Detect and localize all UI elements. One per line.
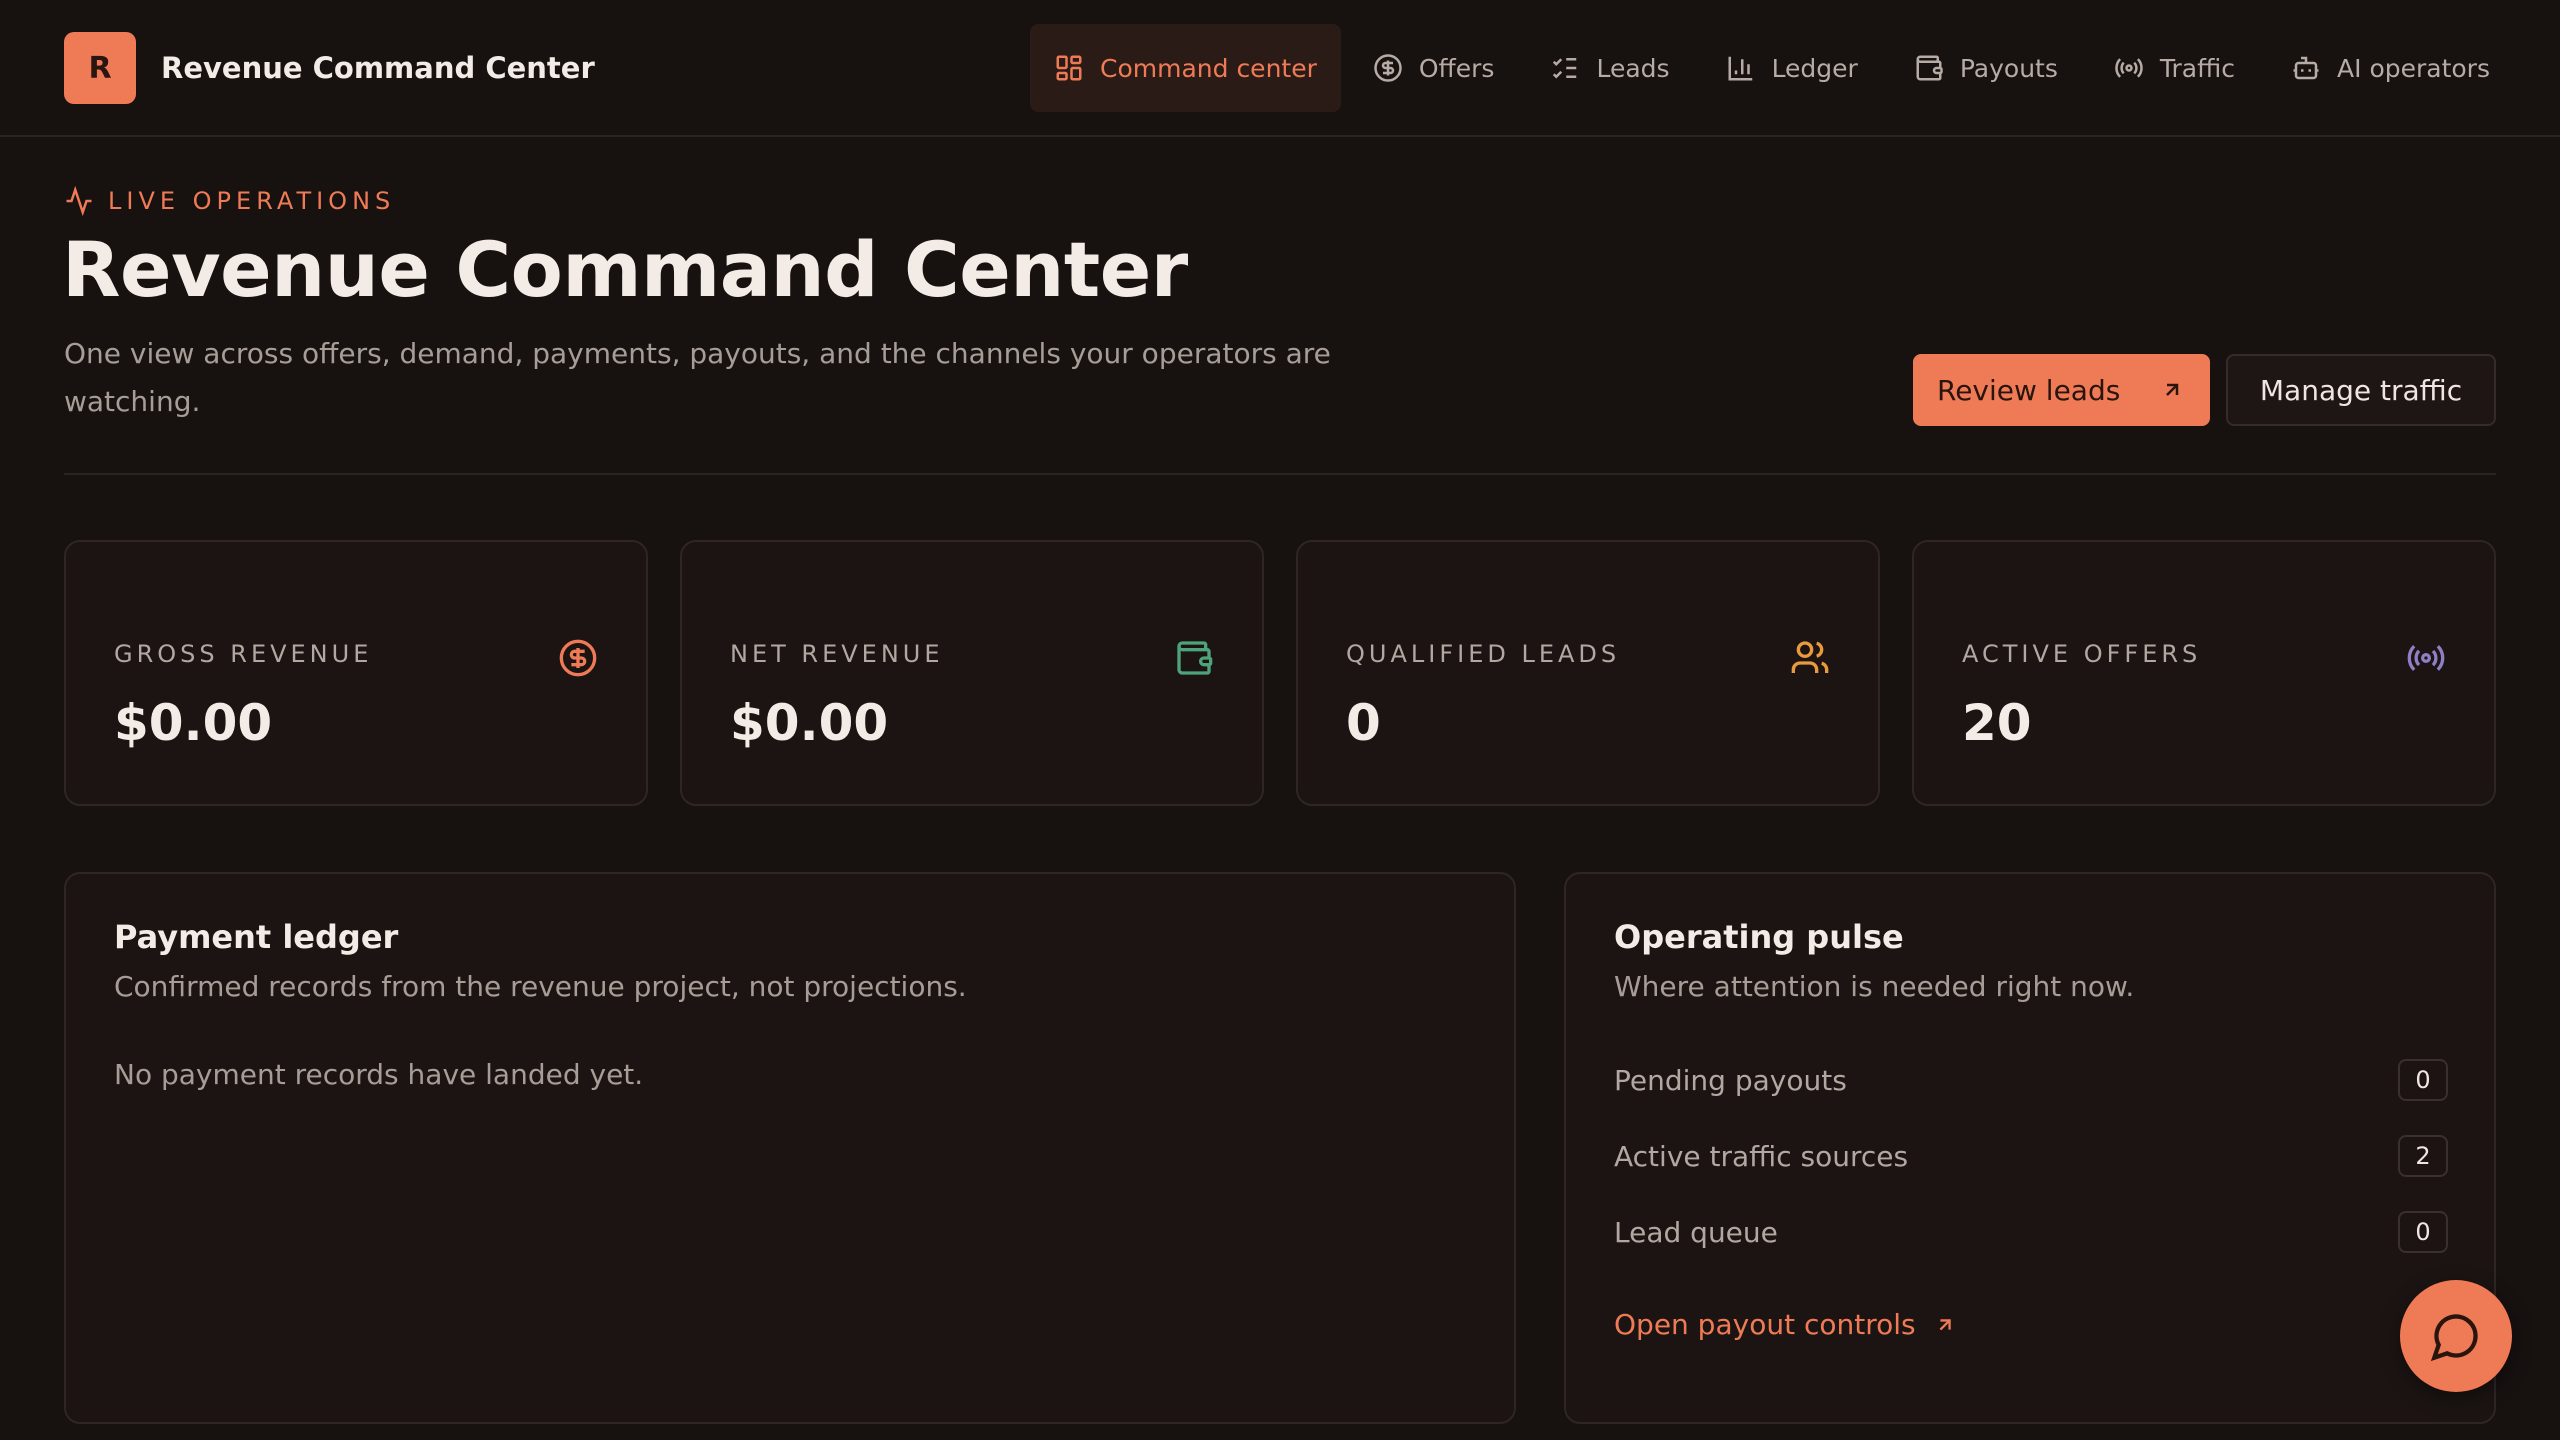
- nav-label: Offers: [1418, 53, 1495, 83]
- stat-label: NET REVENUE: [730, 640, 944, 668]
- stat-card-gross-revenue: GROSS REVENUE $0.00: [64, 540, 648, 806]
- brand[interactable]: R Revenue Command Center: [64, 32, 595, 104]
- nav-label: Ledger: [1771, 53, 1858, 83]
- count-badge: 0: [2398, 1211, 2448, 1253]
- stat-value: $0.00: [730, 694, 889, 752]
- count-badge: 2: [2398, 1135, 2448, 1177]
- stat-card-active-offers: ACTIVE OFFERS 20: [1912, 540, 2496, 806]
- wallet-icon: [1916, 55, 1943, 81]
- users-icon: [1791, 641, 1829, 673]
- nav-label: Payouts: [1959, 53, 2058, 83]
- eyebrow: LIVE OPERATIONS: [64, 186, 395, 216]
- broadcast-icon: [2407, 644, 2445, 672]
- nav-label: Leads: [1596, 53, 1670, 83]
- bar-chart-icon: [1728, 56, 1752, 81]
- nav-item-traffic[interactable]: Traffic: [2090, 24, 2259, 112]
- nav-item-offers[interactable]: Offers: [1349, 24, 1519, 112]
- nav-item-ai-operators[interactable]: AI operators: [2267, 24, 2514, 112]
- stat-label: ACTIVE OFFERS: [1962, 640, 2202, 668]
- pulse-row-pending-payouts: Pending payouts 0: [1614, 1058, 2448, 1102]
- pulse-row-active-traffic-sources: Active traffic sources 2: [1614, 1134, 2448, 1178]
- stat-value: $0.00: [114, 694, 273, 752]
- stat-label: GROSS REVENUE: [114, 640, 373, 668]
- pulse-label: Active traffic sources: [1614, 1139, 1909, 1173]
- nav-label: AI operators: [2337, 53, 2490, 83]
- panel-title: Operating pulse: [1614, 918, 1904, 956]
- arrow-up-right-icon: [1939, 1318, 1951, 1330]
- checklist-icon: [1553, 58, 1577, 79]
- chat-bubble-icon: [2430, 1314, 2478, 1362]
- arrow-up-right-icon: [2166, 383, 2179, 396]
- payment-ledger-panel: Payment ledger Confirmed records from th…: [64, 872, 1516, 1424]
- nav-label: Command center: [1100, 53, 1317, 83]
- brand-logo: R: [64, 32, 136, 104]
- link-label: Open payout controls: [1614, 1308, 1916, 1341]
- manage-traffic-button[interactable]: Manage traffic: [2226, 354, 2496, 426]
- stat-value: 20: [1962, 694, 2032, 752]
- panel-subtitle: Where attention is needed right now.: [1614, 970, 2135, 1003]
- chat-button[interactable]: [2400, 1280, 2512, 1392]
- top-navigation-bar: R Revenue Command Center Command center …: [0, 0, 2560, 137]
- dollar-circle-icon: [1374, 54, 1402, 82]
- nav-item-ledger[interactable]: Ledger: [1702, 24, 1882, 112]
- stat-value: 0: [1346, 694, 1381, 752]
- empty-state-message: No payment records have landed yet.: [114, 1058, 644, 1091]
- page-subtitle: One view across offers, demand, payments…: [64, 337, 1331, 418]
- divider: [64, 473, 2496, 475]
- grid-icon: [1056, 55, 1082, 81]
- review-leads-button[interactable]: Review leads: [1913, 354, 2210, 426]
- broadcast-icon: [2115, 58, 2143, 78]
- nav-item-leads[interactable]: Leads: [1526, 24, 1693, 112]
- operating-pulse-panel: Operating pulse Where attention is neede…: [1564, 872, 2496, 1424]
- pulse-label: Pending payouts: [1614, 1063, 1847, 1097]
- review-leads-label: Review leads: [1937, 373, 2121, 407]
- bot-icon: [2293, 56, 2319, 80]
- stat-label: QUALIFIED LEADS: [1346, 640, 1621, 668]
- stat-card-qualified-leads: QUALIFIED LEADS 0: [1296, 540, 1880, 806]
- activity-icon: [66, 186, 92, 216]
- nav-item-command-center[interactable]: Command center: [1030, 24, 1341, 112]
- wallet-icon: [1177, 641, 1213, 675]
- count-badge: 0: [2398, 1059, 2448, 1101]
- main-nav: Command center Offers Leads Ledger Payou…: [1030, 24, 2522, 112]
- panel-subtitle: Confirmed records from the revenue proje…: [114, 970, 967, 1003]
- eyebrow-label: LIVE OPERATIONS: [108, 187, 396, 215]
- dollar-circle-icon: [559, 639, 597, 677]
- stat-card-net-revenue: NET REVENUE $0.00: [680, 540, 1264, 806]
- open-payout-controls-link[interactable]: Open payout controls: [1614, 1308, 1956, 1341]
- pulse-row-lead-queue: Lead queue 0: [1614, 1210, 2448, 1254]
- panel-title: Payment ledger: [114, 918, 399, 956]
- brand-name: Revenue Command Center: [161, 51, 595, 85]
- pulse-label: Lead queue: [1614, 1215, 1778, 1249]
- nav-item-payouts[interactable]: Payouts: [1890, 24, 2082, 112]
- page-title: Revenue Command Center: [62, 225, 1188, 314]
- nav-label: Traffic: [2159, 53, 2236, 83]
